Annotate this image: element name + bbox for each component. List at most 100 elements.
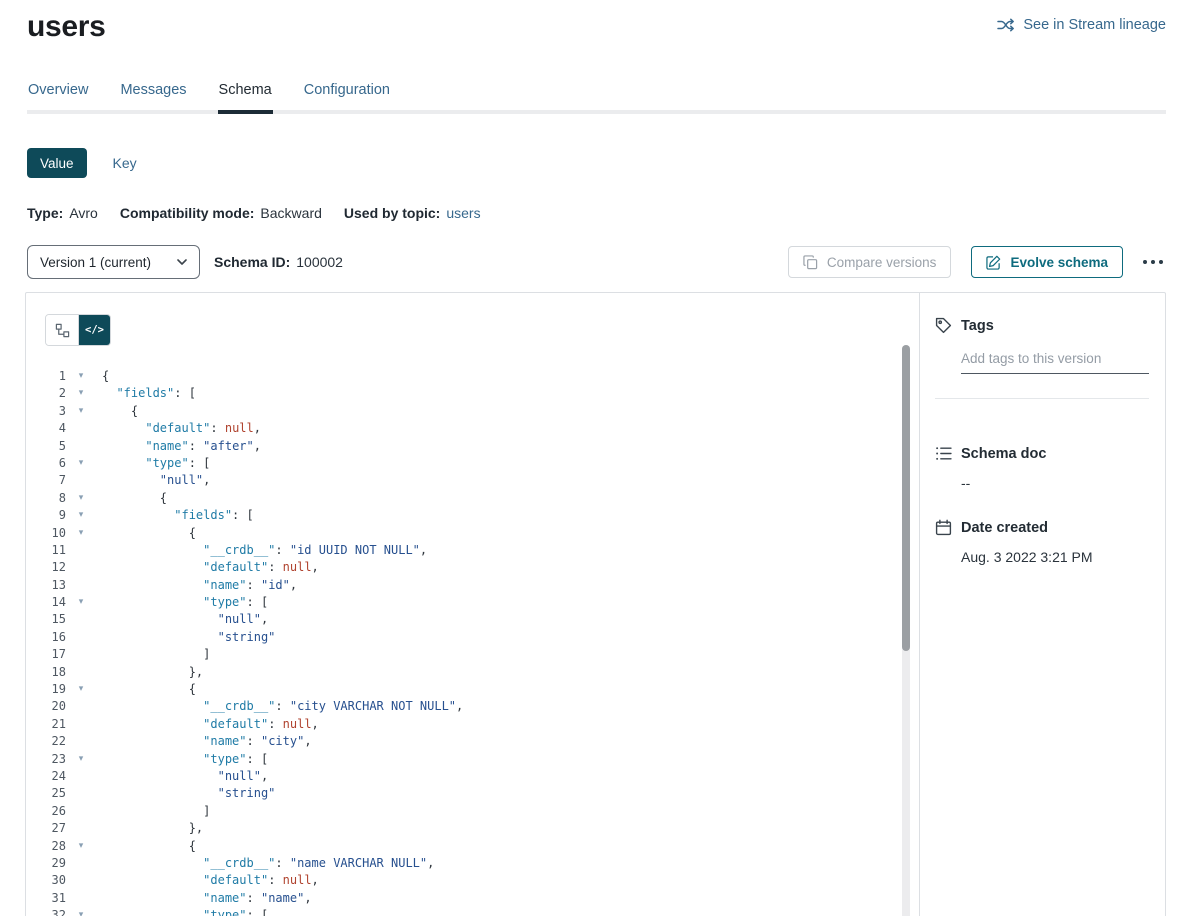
schema-editor: </> 1▾{2▾ "fields": [3▾ {4 "default": nu…: [26, 293, 920, 916]
line-number: 20: [26, 698, 66, 715]
fold-spacer: [75, 420, 87, 437]
editor-scrollbar[interactable]: [902, 345, 910, 916]
stream-lineage-link[interactable]: See in Stream lineage: [997, 17, 1166, 33]
code-text: {: [102, 838, 196, 855]
code-line: 8▾ {: [26, 490, 919, 507]
code-line: 1▾{: [26, 368, 919, 385]
code-line: 4 "default": null,: [26, 420, 919, 437]
value-toggle-button[interactable]: Value: [27, 148, 87, 178]
topic-link[interactable]: users: [446, 205, 480, 221]
code-line: 3▾ {: [26, 403, 919, 420]
fold-spacer: [75, 646, 87, 663]
code-line: 15 "null",: [26, 611, 919, 628]
fold-toggle-icon[interactable]: ▾: [75, 907, 87, 916]
evolve-schema-label: Evolve schema: [1010, 255, 1108, 270]
fold-spacer: [75, 698, 87, 715]
tab-schema[interactable]: Schema: [218, 74, 273, 114]
compare-versions-button[interactable]: Compare versions: [788, 246, 952, 278]
code-line: 26 ]: [26, 803, 919, 820]
tab-configuration[interactable]: Configuration: [303, 74, 391, 114]
schema-doc-value: --: [961, 475, 1149, 491]
fold-toggle-icon[interactable]: ▾: [75, 490, 87, 507]
code-line: 30 "default": null,: [26, 872, 919, 889]
line-number: 21: [26, 716, 66, 733]
fold-toggle-icon[interactable]: ▾: [75, 751, 87, 768]
fold-toggle-icon[interactable]: ▾: [75, 594, 87, 611]
page-top: users See in Stream lineage Overview Mes…: [0, 0, 1189, 279]
code-text: "default": null,: [102, 872, 319, 889]
key-toggle-button[interactable]: Key: [113, 155, 137, 171]
fold-toggle-icon[interactable]: ▾: [75, 681, 87, 698]
line-number: 5: [26, 438, 66, 455]
compatibility-value: Backward: [260, 205, 321, 221]
code-line: 20 "__crdb__": "city VARCHAR NOT NULL",: [26, 698, 919, 715]
schema-doc-title: Schema doc: [961, 446, 1046, 462]
line-number: 28: [26, 838, 66, 855]
tab-messages[interactable]: Messages: [119, 74, 187, 114]
code-line: 7 "null",: [26, 472, 919, 489]
code-view-button[interactable]: </>: [78, 315, 110, 345]
tags-input[interactable]: [961, 348, 1149, 374]
line-number: 16: [26, 629, 66, 646]
editor-toolbar: </>: [45, 314, 919, 346]
code-line: 10▾ {: [26, 525, 919, 542]
fold-toggle-icon[interactable]: ▾: [75, 507, 87, 524]
code-line: 22 "name": "city",: [26, 733, 919, 750]
editor-view-toggle: </>: [45, 314, 111, 346]
code-text: "null",: [102, 472, 210, 489]
fold-spacer: [75, 890, 87, 907]
code-line: 23▾ "type": [: [26, 751, 919, 768]
code-text: "fields": [: [102, 507, 254, 524]
more-options-button[interactable]: [1140, 255, 1166, 269]
chevron-down-icon: [177, 259, 187, 265]
fold-toggle-icon[interactable]: ▾: [75, 455, 87, 472]
code-text: "__crdb__": "city VARCHAR NOT NULL",: [102, 698, 463, 715]
code-text: {: [102, 525, 196, 542]
code-line: 6▾ "type": [: [26, 455, 919, 472]
tags-section: Tags: [935, 317, 1149, 399]
schema-doc-heading: Schema doc: [935, 445, 1149, 462]
code-line: 24 "null",: [26, 768, 919, 785]
line-number: 17: [26, 646, 66, 663]
line-number: 18: [26, 664, 66, 681]
stream-lineage-label: See in Stream lineage: [1023, 17, 1166, 33]
tree-view-icon: [55, 323, 70, 338]
version-select[interactable]: Version 1 (current): [27, 245, 200, 279]
editor-scrollbar-thumb[interactable]: [902, 345, 910, 651]
code-text: "name": "id",: [102, 577, 297, 594]
topic-label: Used by topic:: [344, 205, 440, 221]
fold-toggle-icon[interactable]: ▾: [75, 838, 87, 855]
code-text: "type": [: [102, 751, 268, 768]
fold-toggle-icon[interactable]: ▾: [75, 368, 87, 385]
date-created-value: Aug. 3 2022 3:21 PM: [961, 549, 1149, 565]
tab-overview[interactable]: Overview: [27, 74, 89, 114]
page-title: users: [27, 10, 106, 44]
line-number: 24: [26, 768, 66, 785]
code-line: 18 },: [26, 664, 919, 681]
line-number: 25: [26, 785, 66, 802]
schema-id: Schema ID: 100002: [214, 254, 343, 270]
date-created-title: Date created: [961, 520, 1048, 536]
code-text: {: [102, 490, 167, 507]
code-line: 28 ▾ {: [26, 838, 919, 855]
code-line: 25 "string": [26, 785, 919, 802]
line-number: 27: [26, 820, 66, 837]
code-text: {: [102, 403, 138, 420]
line-number: 9: [26, 507, 66, 524]
fold-toggle-icon[interactable]: ▾: [75, 385, 87, 402]
evolve-schema-button[interactable]: Evolve schema: [971, 246, 1123, 278]
code-text: "type": [: [102, 594, 268, 611]
fold-toggle-icon[interactable]: ▾: [75, 403, 87, 420]
tree-view-button[interactable]: [46, 315, 78, 345]
code-text: "name": "city",: [102, 733, 312, 750]
fold-spacer: [75, 855, 87, 872]
code-line: 31 "name": "name",: [26, 890, 919, 907]
page-header: users See in Stream lineage: [27, 0, 1166, 44]
fold-toggle-icon[interactable]: ▾: [75, 525, 87, 542]
code-lines: 1▾{2▾ "fields": [3▾ {4 "default": null,5…: [26, 368, 919, 916]
tag-icon: [935, 317, 952, 334]
calendar-icon: [935, 519, 952, 536]
sidebar-divider: [935, 398, 1149, 399]
fold-spacer: [75, 559, 87, 576]
code-view-icon: </>: [85, 324, 104, 336]
